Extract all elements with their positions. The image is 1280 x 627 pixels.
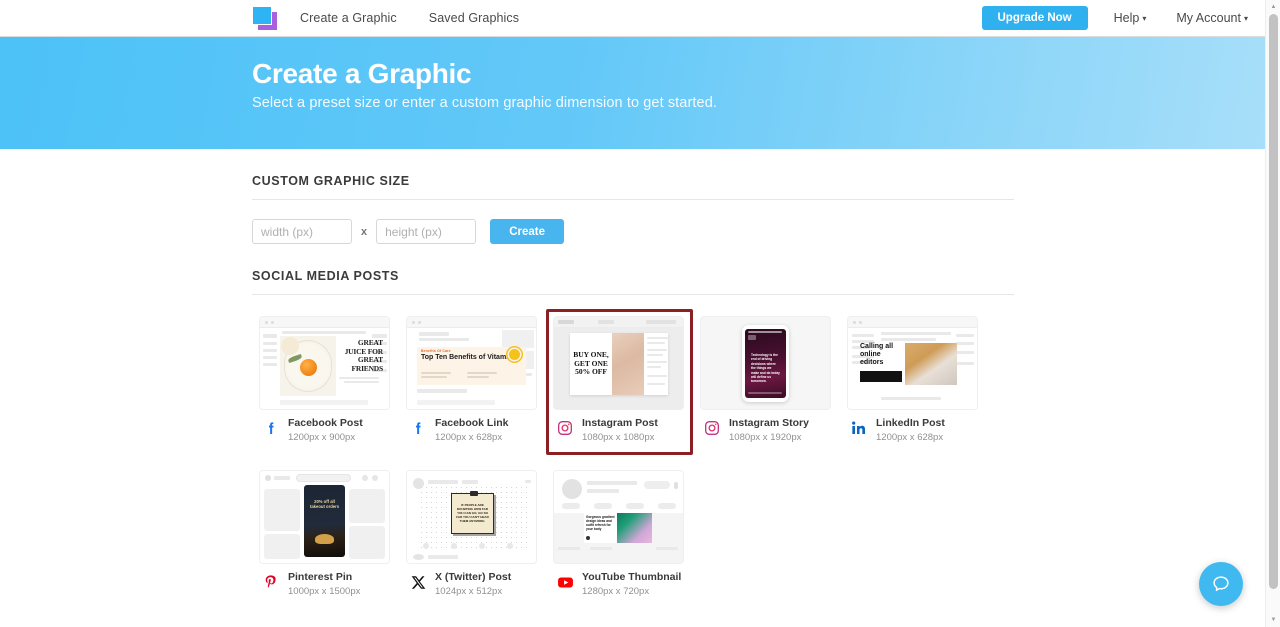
preset-card-size: 1200px x 628px: [435, 432, 503, 443]
thumbnail-headline: 20% off all takeout orders: [309, 499, 340, 510]
sun-icon: [509, 349, 520, 360]
chevron-down-icon: ▾: [1243, 14, 1248, 24]
preset-card-name: Instagram Story: [729, 417, 809, 429]
scroll-up-arrow[interactable]: ▲: [1266, 0, 1280, 14]
help-menu[interactable]: Help ▾: [1114, 11, 1147, 25]
preset-card-name: YouTube Thumbnail: [582, 571, 682, 583]
nav-link-create-a-graphic[interactable]: Create a Graphic: [300, 11, 397, 25]
preset-thumbnail: GREAT JUICE FOR GREAT FRIENDS: [260, 317, 389, 409]
width-input[interactable]: [252, 219, 352, 244]
preset-thumbnail: Calling all online editors: [848, 317, 977, 409]
height-input[interactable]: [376, 219, 477, 244]
help-menu-label: Help: [1113, 11, 1140, 25]
preset-card-size: 1200px x 900px: [288, 432, 356, 443]
preset-card-name: Instagram Post: [582, 417, 658, 429]
custom-size-section-title: CUSTOM GRAPHIC SIZE: [252, 174, 410, 188]
thumbnail-headline: Gorgeous gradient design ideas and outfi…: [586, 515, 615, 531]
upgrade-now-button[interactable]: Upgrade Now: [981, 6, 1088, 30]
preset-card-name: X (Twitter) Post: [435, 571, 512, 583]
preset-card-size: 1200px x 628px: [876, 432, 944, 443]
instagram-icon: [556, 419, 574, 437]
x-twitter-icon: [409, 573, 427, 591]
app-logo[interactable]: [252, 6, 278, 30]
thumbnail-headline: Top Ten Benefits of Vitamin D: [421, 354, 520, 361]
section-divider: [252, 294, 1014, 295]
preset-card-size: 1080px x 1920px: [729, 432, 802, 443]
thumbnail-headline: BUY ONE, GET ONE 50% OFF: [573, 350, 609, 377]
preset-thumbnail: IF PEOPLE ARE DOUBTING HOW FAR YOU CAN G…: [407, 471, 536, 563]
create-button[interactable]: Create: [490, 219, 565, 244]
top-navigation-bar: Create a Graphic Saved Graphics Upgrade …: [0, 0, 1280, 36]
thumbnail-headline: GREAT JUICE FOR GREAT FRIENDS: [344, 338, 384, 373]
vertical-scrollbar[interactable]: ▲ ▼: [1265, 0, 1280, 627]
thumbnail-headline: Technology is the end of driving decisio…: [751, 353, 780, 384]
preset-card-grid: GREAT JUICE FOR GREAT FRIENDS Facebook P…: [252, 309, 1042, 617]
my-account-menu[interactable]: My Account ▾: [1176, 11, 1248, 25]
my-account-label: My Account: [1176, 11, 1241, 25]
chevron-down-icon: ▾: [1142, 14, 1147, 24]
preset-card-linkedin-post[interactable]: Calling all online editors LinkedIn Post…: [840, 309, 987, 455]
preset-thumbnail: BUY ONE, GET ONE 50% OFF: [554, 317, 683, 409]
preset-thumbnail: 20% off all takeout orders: [260, 471, 389, 563]
preset-card-size: 1280px x 720px: [582, 586, 650, 597]
preset-card-name: LinkedIn Post: [876, 417, 945, 429]
scrollbar-thumb[interactable]: [1269, 14, 1278, 589]
preset-thumbnail: Gorgeous gradient design ideas and outfi…: [554, 471, 683, 563]
thumbnail-kicker: Benefits Of Care: [421, 349, 451, 353]
section-divider: [252, 199, 1014, 200]
linkedin-icon: [850, 419, 868, 437]
dimension-separator: x: [361, 225, 368, 238]
preset-card-instagram-post[interactable]: BUY ONE, GET ONE 50% OFF Instagram Post …: [546, 309, 693, 455]
preset-card-pinterest-pin[interactable]: 20% off all takeout orders Pinterest Pin…: [252, 463, 399, 609]
preset-card-name: Pinterest Pin: [288, 571, 353, 583]
main-content: CUSTOM GRAPHIC SIZE x Create SOCIAL MEDI…: [0, 149, 1280, 617]
preset-card-size: 1080px x 1080px: [582, 432, 655, 443]
preset-card-youtube-thumbnail[interactable]: Gorgeous gradient design ideas and outfi…: [546, 463, 693, 609]
help-chat-button[interactable]: [1199, 562, 1243, 606]
nav-link-saved-graphics[interactable]: Saved Graphics: [429, 11, 519, 25]
social-section-title: SOCIAL MEDIA POSTS: [252, 269, 399, 283]
page-title: Create a Graphic: [252, 58, 472, 89]
preset-card-size: 1000px x 1500px: [288, 586, 361, 597]
preset-card-x-twitter-post[interactable]: IF PEOPLE ARE DOUBTING HOW FAR YOU CAN G…: [399, 463, 546, 609]
chat-bubble-icon: [1213, 576, 1229, 592]
scroll-down-arrow[interactable]: ▼: [1266, 613, 1280, 627]
preset-thumbnail: Technology is the end of driving decisio…: [701, 317, 830, 409]
page-subtitle: Select a preset size or enter a custom g…: [252, 95, 717, 111]
facebook-icon: [409, 419, 427, 437]
preset-card-name: Facebook Link: [435, 417, 509, 429]
preset-card-size: 1024px x 512px: [435, 586, 503, 597]
custom-size-form: x Create: [252, 219, 1280, 244]
preset-thumbnail: Benefits Of Care Top Ten Benefits of Vit…: [407, 317, 536, 409]
pinterest-icon: [262, 573, 280, 591]
thumbnail-headline: IF PEOPLE ARE DOUBTING HOW FAR YOU CAN G…: [456, 503, 489, 523]
nav-right-group: Upgrade Now Help ▾ My Account ▾: [981, 0, 1263, 36]
thumbnail-headline: Calling all online editors: [860, 343, 894, 366]
logo-blue-square: [252, 6, 272, 25]
preset-card-facebook-link[interactable]: Benefits Of Care Top Ten Benefits of Vit…: [399, 309, 546, 455]
youtube-icon: [556, 573, 574, 591]
facebook-icon: [262, 419, 280, 437]
instagram-icon: [703, 419, 721, 437]
preset-card-facebook-post[interactable]: GREAT JUICE FOR GREAT FRIENDS Facebook P…: [252, 309, 399, 455]
hero-banner: Create a Graphic Select a preset size or…: [0, 36, 1280, 149]
preset-card-name: Facebook Post: [288, 417, 363, 429]
preset-card-instagram-story[interactable]: Technology is the end of driving decisio…: [693, 309, 840, 455]
